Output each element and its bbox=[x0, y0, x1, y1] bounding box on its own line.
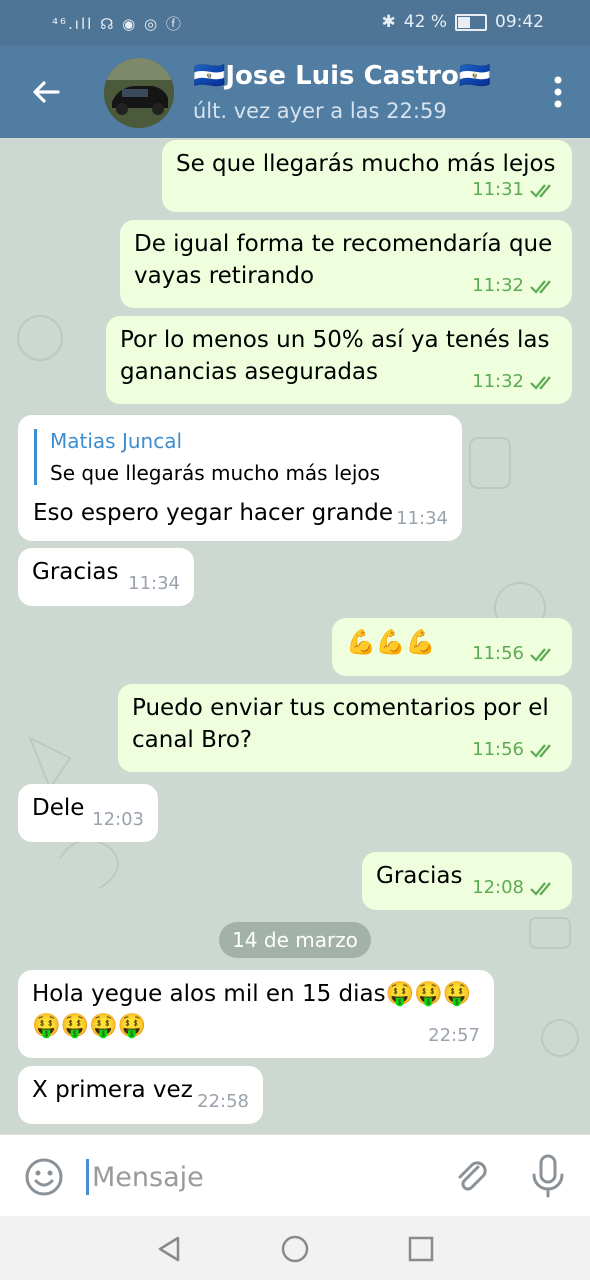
message-text: Eso espero yegar hacer grande bbox=[33, 500, 394, 526]
message-incoming[interactable]: Hola yegue alos mil en 15 dias🤑🤑🤑🤑🤑🤑🤑 22… bbox=[18, 970, 494, 1058]
message-time: 22:58 bbox=[197, 1091, 249, 1112]
message-incoming[interactable]: Matias Juncal Se que llegarás mucho más … bbox=[18, 415, 462, 541]
message-meta: 11:34 bbox=[396, 503, 448, 535]
message-outgoing[interactable]: Puedo enviar tus comentarios por el cana… bbox=[118, 684, 572, 772]
message-time: 11:34 bbox=[396, 508, 448, 529]
message-meta: 11:56 bbox=[472, 734, 558, 766]
double-check-icon bbox=[530, 280, 551, 294]
attach-icon[interactable] bbox=[450, 1155, 492, 1197]
battery-percent: 42 % bbox=[403, 12, 447, 32]
more-vert-icon[interactable] bbox=[554, 76, 562, 108]
clock: 09:42 bbox=[495, 12, 544, 32]
emoji-icon[interactable] bbox=[24, 1157, 64, 1197]
double-check-icon bbox=[530, 882, 551, 896]
date-separator: 14 de marzo bbox=[219, 922, 371, 958]
message-time: 11:34 bbox=[128, 573, 180, 594]
nav-recents-icon[interactable] bbox=[406, 1234, 436, 1264]
message-outgoing[interactable]: Gracias 12:08 bbox=[362, 852, 572, 910]
chat-header: 🇸🇻Jose Luis Castro🇸🇻 últ. vez ayer a las… bbox=[0, 46, 590, 138]
message-input[interactable] bbox=[86, 1153, 434, 1201]
message-incoming[interactable]: Dele 12:03 bbox=[18, 784, 158, 842]
last-seen: últ. vez ayer a las 22:59 bbox=[193, 99, 447, 123]
chat-area[interactable]: Se que llegarás mucho más lejos 11:31 De… bbox=[0, 138, 590, 1134]
message-meta: 11:32 bbox=[472, 270, 558, 302]
double-check-icon bbox=[530, 648, 551, 662]
message-input-bar bbox=[0, 1134, 590, 1217]
message-incoming[interactable]: Gracias 11:34 bbox=[18, 548, 194, 606]
double-check-icon bbox=[530, 744, 551, 758]
message-meta: 11:34 bbox=[128, 568, 180, 600]
battery-icon bbox=[455, 13, 487, 31]
message-time: 12:03 bbox=[92, 809, 144, 830]
message-time: 11:56 bbox=[472, 739, 524, 760]
message-outgoing[interactable]: Por lo menos un 50% así ya tenés las gan… bbox=[106, 316, 572, 404]
message-meta: 11:31 bbox=[472, 174, 558, 206]
system-nav-bar bbox=[0, 1216, 590, 1280]
message-time: 11:32 bbox=[472, 371, 524, 392]
double-check-icon bbox=[530, 184, 551, 198]
status-bar: ⁴⁶.ıll ☊ ◉ ◎ ⓕ ✱ 42 % 09:42 bbox=[0, 0, 590, 46]
message-meta: 22:57 bbox=[428, 1020, 480, 1052]
double-check-icon bbox=[530, 376, 551, 390]
status-icons: ⁴⁶.ıll ☊ ◉ ◎ ⓕ bbox=[52, 15, 183, 33]
reply-author[interactable]: Matias Juncal bbox=[50, 425, 182, 457]
message-time: 12:08 bbox=[472, 877, 524, 898]
bluetooth-icon: ✱ bbox=[381, 12, 396, 32]
message-time: 11:56 bbox=[472, 643, 524, 664]
back-arrow-icon[interactable] bbox=[28, 74, 64, 110]
message-outgoing[interactable]: De igual forma te recomendaría que vayas… bbox=[120, 220, 572, 308]
message-meta: 11:32 bbox=[472, 366, 558, 398]
message-outgoing[interactable]: 💪💪💪 11:56 bbox=[332, 618, 572, 676]
nav-back-icon[interactable] bbox=[154, 1234, 184, 1264]
reply-quote: Se que llegarás mucho más lejos bbox=[50, 461, 381, 485]
message-meta: 22:58 bbox=[197, 1086, 249, 1118]
contact-name[interactable]: 🇸🇻Jose Luis Castro🇸🇻 bbox=[193, 61, 491, 91]
mic-icon[interactable] bbox=[528, 1153, 568, 1199]
message-meta: 12:08 bbox=[472, 872, 558, 904]
nav-home-icon[interactable] bbox=[280, 1234, 310, 1264]
reply-bar bbox=[34, 429, 37, 485]
message-text: Hola yegue alos mil en 15 dias🤑🤑🤑🤑🤑🤑🤑 bbox=[32, 981, 472, 1039]
message-meta: 11:56 bbox=[472, 638, 558, 670]
message-time: 22:57 bbox=[428, 1025, 480, 1046]
message-time: 11:32 bbox=[472, 275, 524, 296]
avatar[interactable] bbox=[104, 58, 174, 128]
message-time: 11:31 bbox=[472, 179, 524, 200]
message-incoming[interactable]: X primera vez 22:58 bbox=[18, 1066, 263, 1124]
status-right: ✱ 42 % 09:42 bbox=[382, 12, 544, 32]
message-outgoing[interactable]: Se que llegarás mucho más lejos 11:31 bbox=[162, 140, 572, 212]
message-meta: 12:03 bbox=[92, 804, 144, 836]
